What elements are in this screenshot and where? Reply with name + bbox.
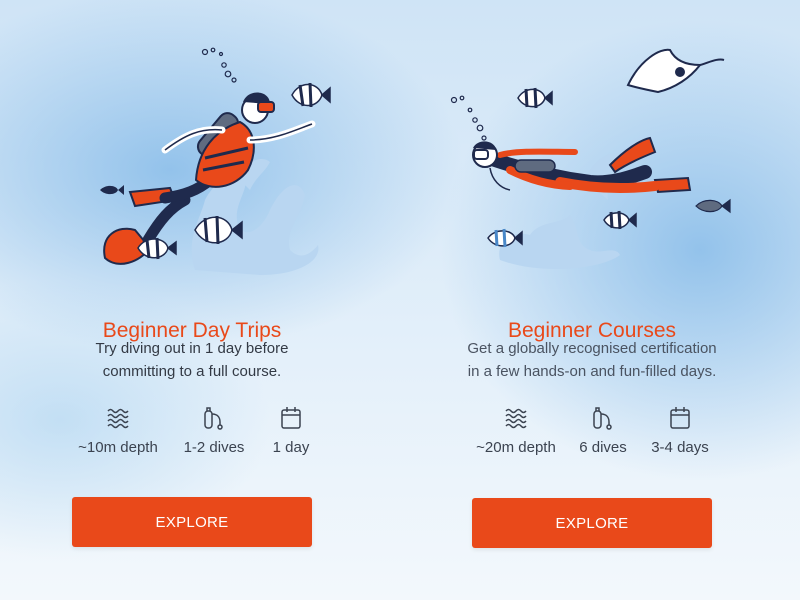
card-beginner-courses: Beginner Courses Get a globally recognis… [400, 0, 800, 600]
stat-duration: 1 day [231, 405, 351, 456]
stat-label: 1 day [272, 439, 310, 456]
calendar-icon [281, 407, 301, 429]
stat-duration: 3-4 days [620, 405, 740, 456]
waves-icon [107, 408, 129, 429]
scuba-diver [472, 136, 692, 194]
bubbles [450, 95, 487, 141]
bubbles [201, 47, 237, 83]
card-description: Try diving out in 1 day before committin… [0, 337, 384, 383]
oxygen-tank-icon [593, 407, 612, 430]
waves-icon [505, 408, 527, 429]
small-fish [100, 185, 124, 195]
calendar-icon [670, 407, 690, 429]
manta-ray [626, 48, 725, 94]
description-line: Get a globally recognised certification [467, 340, 717, 357]
explore-button[interactable]: EXPLORE [472, 498, 712, 548]
stat-label: 3-4 days [651, 439, 709, 456]
oxygen-tank-icon [204, 407, 223, 430]
description-line: in a few hands-on and fun-filled days. [467, 363, 717, 380]
description-line: committing to a full course. [102, 363, 282, 380]
description-line: Try diving out in 1 day before [95, 340, 289, 357]
diver-illustration [100, 47, 331, 275]
diver-illustration [450, 48, 731, 270]
explore-button[interactable]: EXPLORE [72, 497, 312, 547]
card-description: Get a globally recognised certification … [400, 337, 784, 383]
small-fish [695, 198, 731, 214]
card-beginner-day-trips: Beginner Day Trips Try diving out in 1 d… [0, 0, 400, 600]
